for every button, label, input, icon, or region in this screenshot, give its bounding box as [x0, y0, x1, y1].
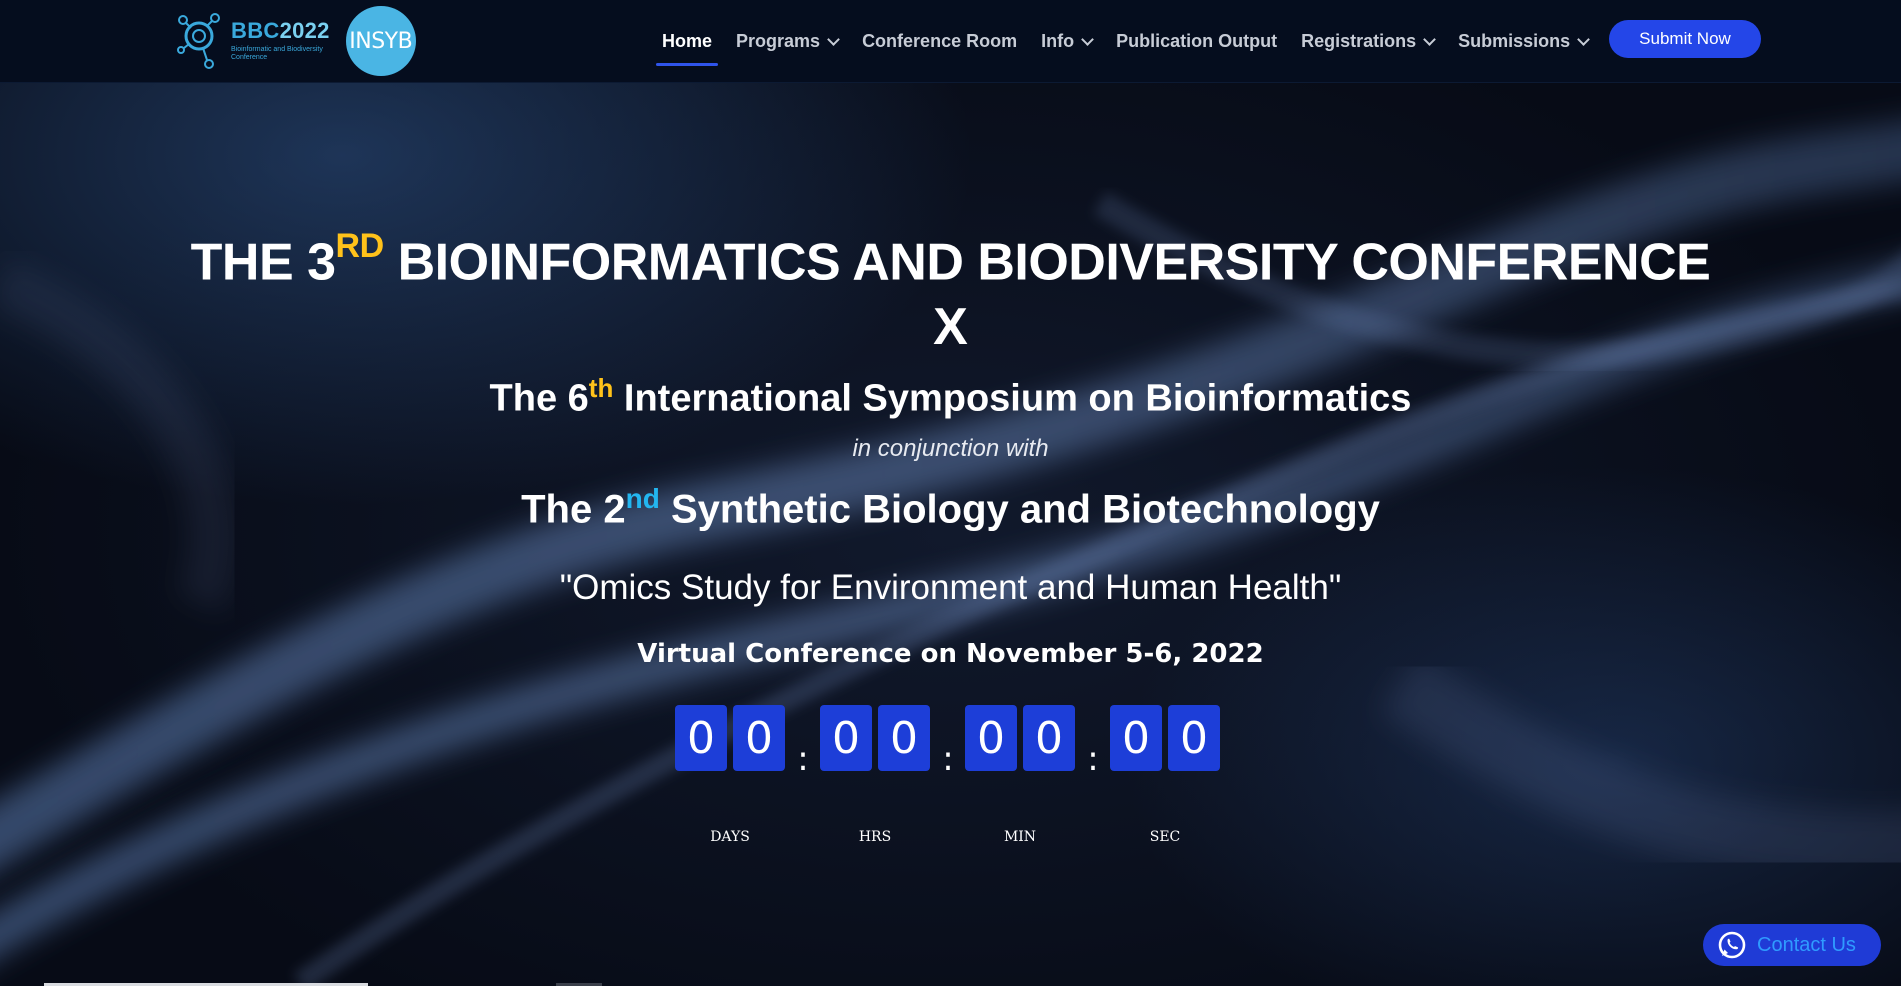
hero-section: THE 3RD BIOINFORMATICS AND BIODIVERSITY …	[0, 83, 1901, 986]
insyb-logo[interactable]: INSYB	[345, 6, 416, 76]
conference-date: Virtual Conference on November 5-6, 2022	[637, 639, 1264, 669]
nav-conference-room-label: Conference Room	[862, 31, 1018, 51]
countdown-label-hrs: HRS	[858, 829, 892, 845]
countdown-timer: 0 0 DAYS : 0 0 HRS : 0 0 MIN : 0 0 SEC	[0, 705, 1901, 865]
nav-info[interactable]: Info	[1029, 0, 1104, 83]
bbc-logo-subtitle: Bioinformatic and Biodiversity Conferenc…	[231, 45, 323, 61]
bbc-logo-year: 2022	[279, 17, 330, 43]
nav-submissions[interactable]: Submissions	[1446, 0, 1600, 83]
main-nav: Home Programs Conference Room Info Publi…	[650, 0, 1600, 83]
countdown-separator: :	[1087, 739, 1099, 779]
nav-publication-output[interactable]: Publication Output	[1104, 0, 1289, 83]
chevron-down-icon	[827, 32, 840, 46]
whatsapp-icon	[1718, 931, 1746, 959]
contact-us-label: Contact Us	[1757, 933, 1856, 956]
top-navbar: BBC2022 Bioinformatic and Biodiversity C…	[0, 0, 1901, 83]
conference-title: THE 3RD BIOINFORMATICS AND BIODIVERSITY …	[190, 227, 1711, 292]
ordinal-suffix: th	[588, 373, 614, 403]
bbc-molecule-icon	[177, 13, 220, 69]
submit-now-button[interactable]: Submit Now	[1609, 20, 1761, 58]
countdown-digit: 0	[733, 705, 785, 771]
countdown-separator: :	[942, 739, 954, 779]
ordinal-suffix: nd	[625, 483, 660, 514]
contact-us-button[interactable]: Contact Us	[1703, 924, 1881, 966]
ordinal-suffix: RD	[335, 227, 385, 265]
countdown-digit: 0	[820, 705, 872, 771]
countdown-days: 0 0	[675, 705, 785, 771]
nav-programs-label: Programs	[736, 31, 821, 51]
chevron-down-icon	[1081, 32, 1094, 46]
conference-theme: "Omics Study for Environment and Human H…	[559, 568, 1342, 607]
countdown-min: 0 0	[965, 705, 1075, 771]
nav-conference-room[interactable]: Conference Room	[850, 0, 1029, 83]
countdown-label-sec: SEC	[1149, 829, 1181, 845]
countdown-digit: 0	[1168, 705, 1220, 771]
countdown-digit: 0	[675, 705, 727, 771]
countdown-separator: :	[797, 739, 809, 779]
nav-home-label: Home	[662, 31, 713, 51]
bbc-logo-title: BBC	[231, 17, 280, 43]
countdown-digit: 0	[1023, 705, 1075, 771]
chevron-down-icon	[1577, 32, 1591, 46]
nav-submissions-label: Submissions	[1458, 31, 1571, 51]
logo-group: BBC2022 Bioinformatic and Biodiversity C…	[175, 6, 416, 76]
title-x: X	[933, 298, 968, 356]
countdown-digit: 0	[878, 705, 930, 771]
countdown-digit: 0	[965, 705, 1017, 771]
bbc2022-logo[interactable]: BBC2022 Bioinformatic and Biodiversity C…	[175, 10, 330, 72]
hero-content: THE 3RD BIOINFORMATICS AND BIODIVERSITY …	[0, 83, 1901, 986]
symposium-title: The 6th International Symposium on Bioin…	[489, 373, 1412, 420]
countdown-digit: 0	[1110, 705, 1162, 771]
chevron-down-icon	[1423, 32, 1436, 46]
nav-registrations[interactable]: Registrations	[1289, 0, 1446, 83]
countdown-label-min: MIN	[1003, 829, 1037, 845]
conjunction-text: in conjunction with	[852, 435, 1049, 462]
nav-info-label: Info	[1041, 31, 1075, 51]
nav-registrations-label: Registrations	[1301, 31, 1417, 51]
countdown-hrs: 0 0	[820, 705, 930, 771]
countdown-sec: 0 0	[1110, 705, 1220, 771]
nav-programs[interactable]: Programs	[724, 0, 850, 83]
countdown-label-days: DAYS	[710, 829, 750, 845]
synbio-title: The 2nd Synthetic Biology and Biotechnol…	[521, 483, 1380, 532]
nav-home[interactable]: Home	[650, 0, 724, 83]
nav-publication-output-label: Publication Output	[1116, 31, 1278, 51]
